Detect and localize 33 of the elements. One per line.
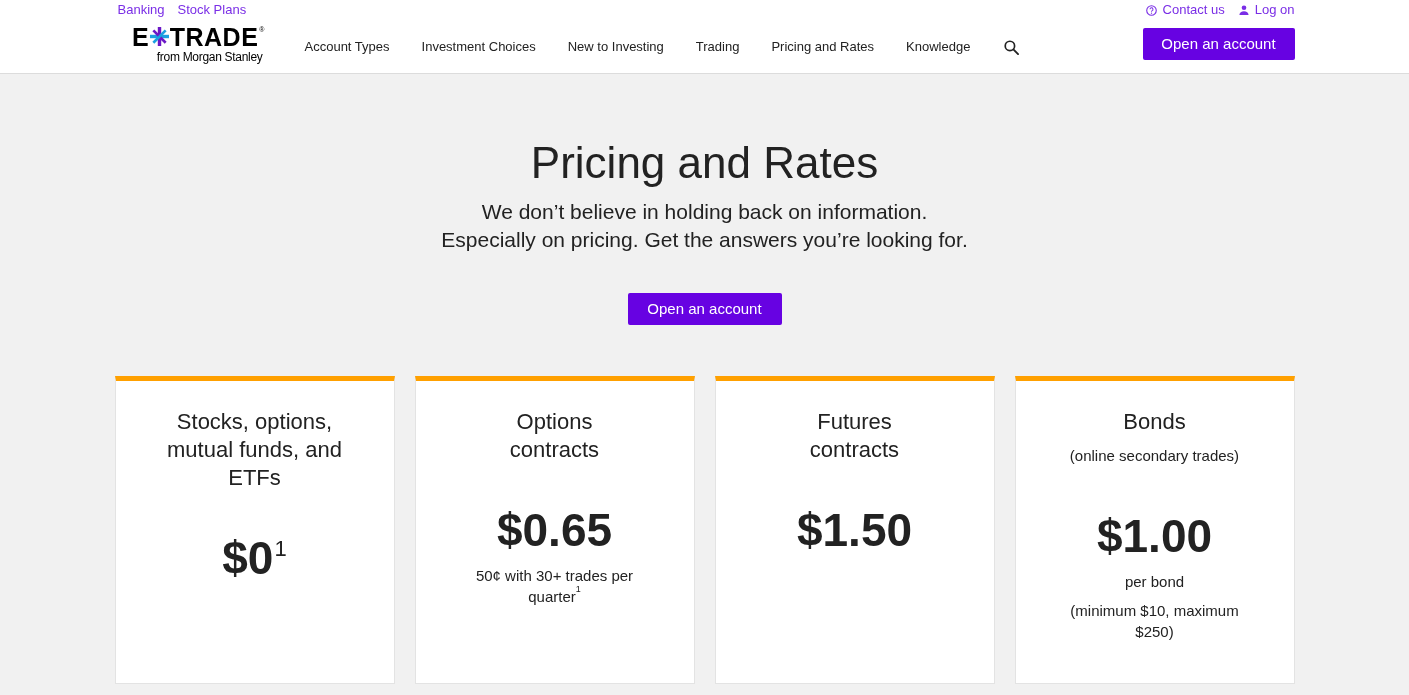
- person-icon: [1238, 5, 1249, 15]
- nav-link[interactable]: Pricing and Rates: [771, 37, 875, 56]
- card-title: Options contracts: [508, 408, 601, 464]
- price-value: $1.00: [1096, 510, 1213, 562]
- logo-star-icon[interactable]: [149, 26, 169, 46]
- page-title: Pricing and Rates: [530, 137, 879, 189]
- top-link[interactable]: Log on: [1254, 1, 1295, 19]
- logo-tagline: from Morgan Stanley: [156, 49, 263, 64]
- page-subtitle: We don’t believe in holding back on information. Especially on pricing. Get the answers you’re looking for.: [441, 199, 968, 253]
- top-link[interactable]: Contact us: [1162, 1, 1225, 19]
- price-value: $1.50: [796, 504, 913, 556]
- nav-link[interactable]: Account Types: [304, 37, 390, 56]
- open-account-button[interactable]: Open an account: [1142, 28, 1295, 60]
- open-account-button[interactable]: Open an account: [627, 293, 782, 325]
- logo-wordmark[interactable]: TRADE: [169, 25, 259, 48]
- help-icon: [1145, 4, 1157, 16]
- price-value: $0.65: [496, 504, 613, 556]
- nav-link[interactable]: Investment Choices: [421, 37, 536, 56]
- price-value: $0$^{1}$: [222, 532, 287, 584]
- top-link[interactable]: Stock Plans: [177, 1, 247, 19]
- card-title: Futures contracts: [808, 408, 901, 464]
- card-subtitle: (online secondary trades): [1069, 446, 1240, 466]
- price-detail: (minimum $10, maximum $250): [1070, 601, 1239, 642]
- nav-link[interactable]: Knowledge: [906, 37, 971, 56]
- search-icon[interactable]: [1004, 39, 1020, 55]
- price-detail: per bond: [1124, 572, 1185, 592]
- top-link[interactable]: Banking: [117, 1, 165, 19]
- price-detail: 50¢ with 30+ trades per quarter$^{1}$: [475, 566, 634, 607]
- card-title: Bonds: [1122, 408, 1187, 436]
- logo-wordmark-letter[interactable]: E: [132, 25, 149, 48]
- nav-link[interactable]: Trading: [695, 37, 740, 56]
- nav-link[interactable]: New to Investing: [567, 37, 664, 56]
- card-title: Stocks, options, mutual funds, and ETFs: [166, 408, 343, 492]
